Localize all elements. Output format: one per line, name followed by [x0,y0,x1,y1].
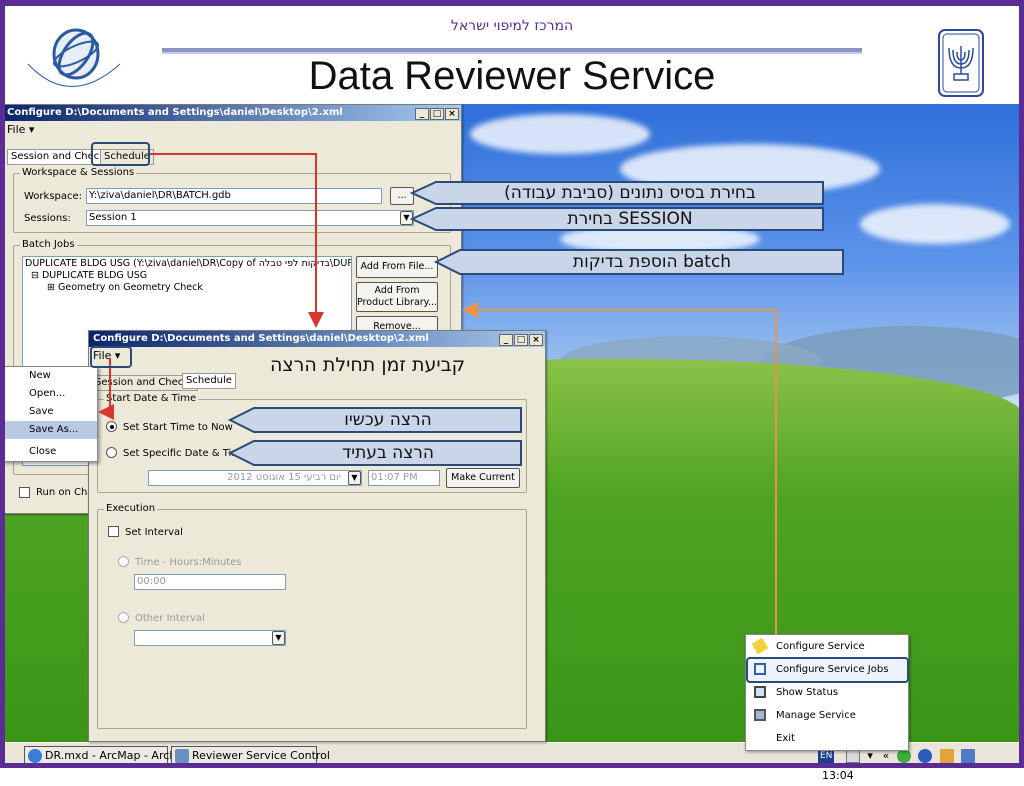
configure-jobs-highlight [746,657,909,683]
callout-run-now: הרצה עכשיו [227,407,522,433]
annotation-arrows [98,153,777,634]
file-menu-highlight [90,346,132,368]
callout-workspace: בחירת בסיס נתונים (סביבת עבודה) [409,181,824,205]
callout-session-text: בחירת SESSION [567,209,693,229]
callout-run-future-text: הרצה בעתיד [341,443,435,463]
callout-run-future: הרצה בעתיד [227,440,522,466]
callout-session: בחירת SESSION [409,207,824,231]
callout-workspace-text: בחירת בסיס נתונים (סביבת עבודה) [504,183,756,203]
schedule-arrow [150,153,324,328]
clock[interactable]: 13:04 [822,766,854,786]
service-arrow [462,302,777,634]
callout-batch-text: הוספת בדיקות batch [572,252,732,272]
schedule-heading: קביעת זמן תחילת הרצה [270,354,466,376]
callout-run-now-text: הרצה עכשיו [344,410,432,430]
callout-batch: הוספת בדיקות batch [433,249,844,275]
schedule-tab-highlight [91,142,150,166]
